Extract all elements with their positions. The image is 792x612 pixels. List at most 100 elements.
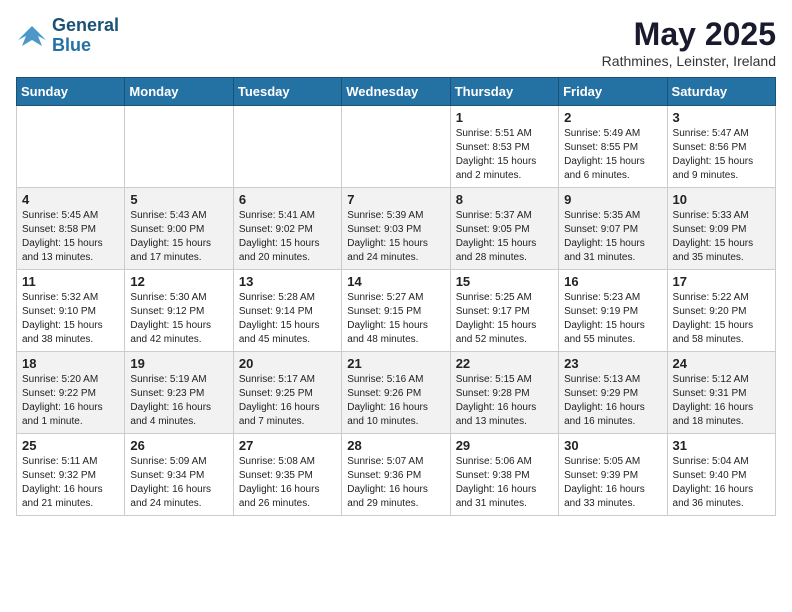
day-number: 13 — [239, 274, 336, 289]
calendar-cell: 4 Sunrise: 5:45 AM Sunset: 8:58 PM Daylig… — [17, 188, 125, 270]
calendar-cell: 31Sunrise: 5:04 AM Sunset: 9:40 PM Dayli… — [667, 434, 775, 516]
day-info: Sunrise: 5:45 AM Sunset: 8:58 PM Dayligh… — [22, 209, 119, 265]
day-info: Sunrise: 5:37 AM Sunset: 9:05 PM Dayligh… — [456, 209, 553, 265]
calendar-cell: 21 Sunrise: 5:16 AM Sunset: 9:26 PM Dayli… — [342, 352, 450, 434]
day-number: 11 — [22, 274, 119, 289]
calendar-cell: 28 Sunrise: 5:07 AM Sunset: 9:36 PM Dayli… — [342, 434, 450, 516]
calendar-cell: 26 Sunrise: 5:09 AM Sunset: 9:34 PM Dayli… — [125, 434, 233, 516]
day-number: 12 — [130, 274, 227, 289]
calendar-week-row: 11Sunrise: 5:32 AM Sunset: 9:10 PM Dayli… — [17, 270, 776, 352]
day-info: Sunrise: 5:19 AM Sunset: 9:23 PM Dayligh… — [130, 373, 227, 429]
weekday-header-sunday: Sunday — [17, 78, 125, 106]
day-info: Sunrise: 5:11 AM Sunset: 9:32 PM Dayligh… — [22, 455, 119, 511]
day-info: Sunrise: 5:49 AM Sunset: 8:55 PM Dayligh… — [564, 127, 661, 183]
weekday-header-wednesday: Wednesday — [342, 78, 450, 106]
calendar-cell: 18 Sunrise: 5:20 AM Sunset: 9:22 PM Dayli… — [17, 352, 125, 434]
calendar-cell: 25 Sunrise: 5:11 AM Sunset: 9:32 PM Dayli… — [17, 434, 125, 516]
calendar-cell: 14Sunrise: 5:27 AM Sunset: 9:15 PM Dayli… — [342, 270, 450, 352]
calendar-cell: 17 Sunrise: 5:22 AM Sunset: 9:20 PM Dayli… — [667, 270, 775, 352]
day-info: Sunrise: 5:08 AM Sunset: 9:35 PM Dayligh… — [239, 455, 336, 511]
day-info: Sunrise: 5:35 AM Sunset: 9:07 PM Dayligh… — [564, 209, 661, 265]
calendar-cell: 16 Sunrise: 5:23 AM Sunset: 9:19 PM Dayli… — [559, 270, 667, 352]
day-number: 5 — [130, 192, 227, 207]
day-number: 3 — [673, 110, 770, 125]
day-number: 4 — [22, 192, 119, 207]
logo-icon — [16, 22, 48, 50]
calendar-cell: 24 Sunrise: 5:12 AM Sunset: 9:31 PM Dayli… — [667, 352, 775, 434]
day-info: Sunrise: 5:12 AM Sunset: 9:31 PM Dayligh… — [673, 373, 770, 429]
day-info: Sunrise: 5:28 AM Sunset: 9:14 PM Dayligh… — [239, 291, 336, 347]
day-number: 21 — [347, 356, 444, 371]
day-number: 18 — [22, 356, 119, 371]
calendar-cell: 30Sunrise: 5:05 AM Sunset: 9:39 PM Dayli… — [559, 434, 667, 516]
day-info: Sunrise: 5:27 AM Sunset: 9:15 PM Dayligh… — [347, 291, 444, 347]
day-info: Sunrise: 5:33 AM Sunset: 9:09 PM Dayligh… — [673, 209, 770, 265]
day-number: 8 — [456, 192, 553, 207]
day-info: Sunrise: 5:09 AM Sunset: 9:34 PM Dayligh… — [130, 455, 227, 511]
day-number: 10 — [673, 192, 770, 207]
title-block: May 2025 Rathmines, Leinster, Ireland — [602, 16, 776, 69]
weekday-header-tuesday: Tuesday — [233, 78, 341, 106]
day-info: Sunrise: 5:05 AM Sunset: 9:39 PM Dayligh… — [564, 455, 661, 511]
weekday-header-thursday: Thursday — [450, 78, 558, 106]
calendar-cell: 1 Sunrise: 5:51 AM Sunset: 8:53 PM Daylig… — [450, 106, 558, 188]
day-info: Sunrise: 5:30 AM Sunset: 9:12 PM Dayligh… — [130, 291, 227, 347]
logo-text: General Blue — [52, 16, 119, 56]
calendar-cell: 13 Sunrise: 5:28 AM Sunset: 9:14 PM Dayli… — [233, 270, 341, 352]
day-number: 19 — [130, 356, 227, 371]
calendar-cell: 29 Sunrise: 5:06 AM Sunset: 9:38 PM Dayli… — [450, 434, 558, 516]
calendar-cell — [342, 106, 450, 188]
calendar-cell: 12 Sunrise: 5:30 AM Sunset: 9:12 PM Dayli… — [125, 270, 233, 352]
day-number: 23 — [564, 356, 661, 371]
day-info: Sunrise: 5:06 AM Sunset: 9:38 PM Dayligh… — [456, 455, 553, 511]
day-number: 27 — [239, 438, 336, 453]
day-info: Sunrise: 5:51 AM Sunset: 8:53 PM Dayligh… — [456, 127, 553, 183]
day-number: 25 — [22, 438, 119, 453]
day-info: Sunrise: 5:15 AM Sunset: 9:28 PM Dayligh… — [456, 373, 553, 429]
calendar-week-row: 4 Sunrise: 5:45 AM Sunset: 8:58 PM Daylig… — [17, 188, 776, 270]
day-info: Sunrise: 5:23 AM Sunset: 9:19 PM Dayligh… — [564, 291, 661, 347]
day-info: Sunrise: 5:22 AM Sunset: 9:20 PM Dayligh… — [673, 291, 770, 347]
day-number: 2 — [564, 110, 661, 125]
calendar-cell: 9Sunrise: 5:35 AM Sunset: 9:07 PM Daylig… — [559, 188, 667, 270]
day-number: 22 — [456, 356, 553, 371]
calendar-cell — [17, 106, 125, 188]
day-info: Sunrise: 5:25 AM Sunset: 9:17 PM Dayligh… — [456, 291, 553, 347]
day-info: Sunrise: 5:39 AM Sunset: 9:03 PM Dayligh… — [347, 209, 444, 265]
calendar-cell: 8 Sunrise: 5:37 AM Sunset: 9:05 PM Daylig… — [450, 188, 558, 270]
calendar-week-row: 1 Sunrise: 5:51 AM Sunset: 8:53 PM Daylig… — [17, 106, 776, 188]
calendar-cell: 15Sunrise: 5:25 AM Sunset: 9:17 PM Dayli… — [450, 270, 558, 352]
logo: General Blue — [16, 16, 119, 56]
day-number: 17 — [673, 274, 770, 289]
calendar-cell: 5 Sunrise: 5:43 AM Sunset: 9:00 PM Daylig… — [125, 188, 233, 270]
day-number: 29 — [456, 438, 553, 453]
calendar-cell: 2 Sunrise: 5:49 AM Sunset: 8:55 PM Daylig… — [559, 106, 667, 188]
weekday-header-monday: Monday — [125, 78, 233, 106]
day-number: 16 — [564, 274, 661, 289]
calendar-cell: 19 Sunrise: 5:19 AM Sunset: 9:23 PM Dayli… — [125, 352, 233, 434]
calendar-week-row: 18 Sunrise: 5:20 AM Sunset: 9:22 PM Dayli… — [17, 352, 776, 434]
day-info: Sunrise: 5:17 AM Sunset: 9:25 PM Dayligh… — [239, 373, 336, 429]
day-number: 6 — [239, 192, 336, 207]
day-info: Sunrise: 5:13 AM Sunset: 9:29 PM Dayligh… — [564, 373, 661, 429]
day-info: Sunrise: 5:07 AM Sunset: 9:36 PM Dayligh… — [347, 455, 444, 511]
day-info: Sunrise: 5:41 AM Sunset: 9:02 PM Dayligh… — [239, 209, 336, 265]
month-title: May 2025 — [602, 16, 776, 53]
day-number: 26 — [130, 438, 227, 453]
calendar-cell: 7 Sunrise: 5:39 AM Sunset: 9:03 PM Daylig… — [342, 188, 450, 270]
day-number: 28 — [347, 438, 444, 453]
calendar-cell: 22 Sunrise: 5:15 AM Sunset: 9:28 PM Dayli… — [450, 352, 558, 434]
day-number: 20 — [239, 356, 336, 371]
weekday-header-friday: Friday — [559, 78, 667, 106]
day-info: Sunrise: 5:20 AM Sunset: 9:22 PM Dayligh… — [22, 373, 119, 429]
day-info: Sunrise: 5:43 AM Sunset: 9:00 PM Dayligh… — [130, 209, 227, 265]
day-number: 1 — [456, 110, 553, 125]
calendar-cell — [233, 106, 341, 188]
day-info: Sunrise: 5:16 AM Sunset: 9:26 PM Dayligh… — [347, 373, 444, 429]
calendar-cell — [125, 106, 233, 188]
page-header: General Blue May 2025 Rathmines, Leinste… — [16, 16, 776, 69]
day-number: 7 — [347, 192, 444, 207]
day-number: 31 — [673, 438, 770, 453]
calendar-week-row: 25 Sunrise: 5:11 AM Sunset: 9:32 PM Dayli… — [17, 434, 776, 516]
day-number: 24 — [673, 356, 770, 371]
